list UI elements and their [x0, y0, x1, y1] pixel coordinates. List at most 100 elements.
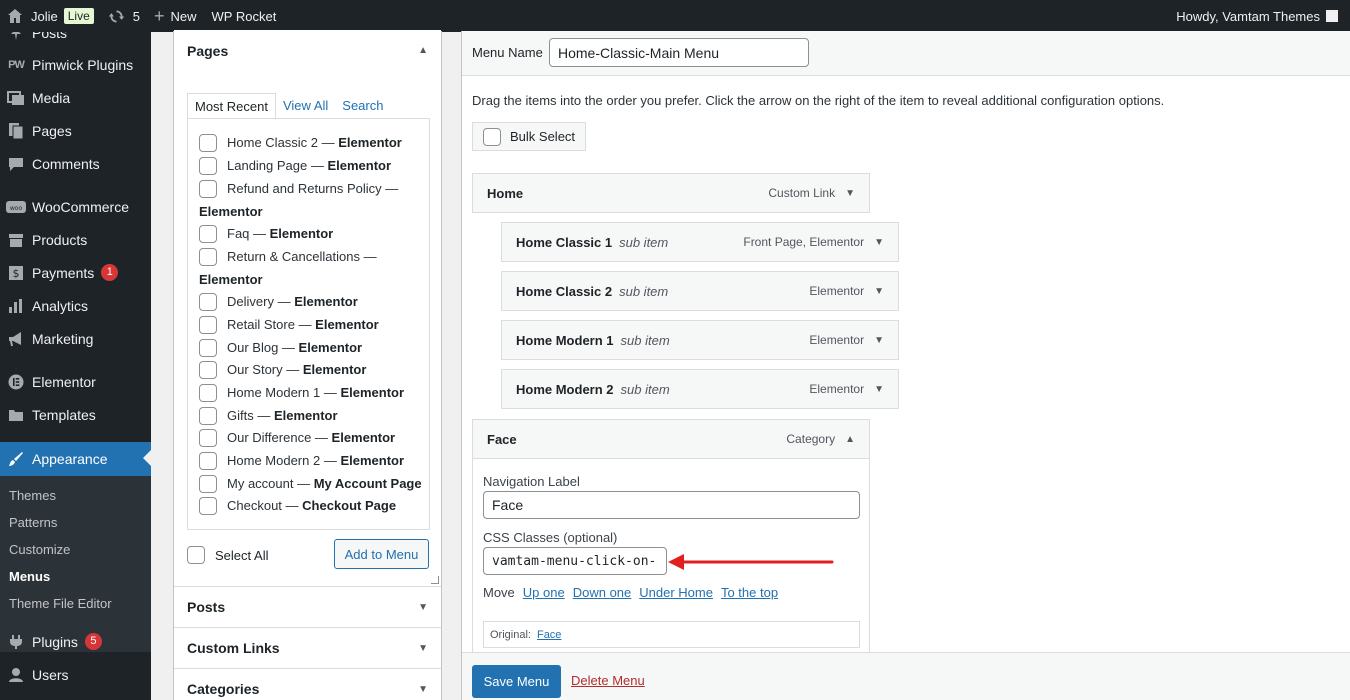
caret-down-icon[interactable]: ▼ — [845, 188, 855, 199]
sidebar-item-users[interactable]: Users — [0, 658, 151, 691]
list-item[interactable]: My account — My Account Page — [199, 473, 424, 496]
page-checkbox[interactable] — [199, 225, 217, 243]
page-checkbox[interactable] — [199, 407, 217, 425]
caret-down-icon[interactable]: ▼ — [874, 384, 884, 395]
wp-rocket-link[interactable]: WP Rocket — [204, 0, 284, 32]
posts-box-header[interactable]: Posts ▼ — [174, 586, 441, 627]
menu-item-home[interactable]: Home Custom Link ▼ — [472, 173, 870, 213]
resize-handle[interactable] — [431, 576, 439, 584]
page-checkbox[interactable] — [199, 452, 217, 470]
submenu-themes[interactable]: Themes — [9, 488, 56, 503]
sidebar-item-label: WooCommerce — [32, 198, 129, 215]
page-checkbox[interactable] — [199, 339, 217, 357]
menu-item-home-modern-2[interactable]: Home Modern 2 sub item Elementor ▼ — [501, 369, 899, 409]
menu-name-input[interactable]: Home-Classic-Main Menu — [549, 38, 809, 67]
list-item[interactable]: Home Classic 2 — Elementor — [199, 132, 424, 155]
caret-down-icon[interactable]: ▼ — [874, 286, 884, 297]
list-item[interactable]: Our Blog — Elementor — [199, 337, 424, 360]
new-content-link[interactable]: + New — [147, 0, 204, 32]
page-checkbox[interactable] — [199, 248, 217, 266]
list-item[interactable]: Landing Page — Elementor — [199, 155, 424, 178]
page-checkbox[interactable] — [199, 180, 217, 198]
add-to-menu-button[interactable]: Add to Menu — [334, 539, 429, 569]
menu-item-face[interactable]: Face Category ▲ — [472, 419, 870, 459]
move-under-home-link[interactable]: Under Home — [639, 585, 713, 600]
list-item[interactable]: Retail Store — Elementor — [199, 314, 424, 337]
sidebar-item-label: Comments — [32, 155, 100, 172]
sidebar-item-plugins[interactable]: Plugins 5 — [0, 625, 151, 658]
new-label: New — [170, 8, 197, 24]
elementor-icon — [6, 372, 26, 392]
move-up-one-link[interactable]: Up one — [523, 585, 565, 600]
delete-menu-link[interactable]: Delete Menu — [571, 673, 645, 688]
submenu-customize[interactable]: Customize — [9, 542, 70, 557]
page-checkbox[interactable] — [199, 316, 217, 334]
page-checkbox[interactable] — [199, 293, 217, 311]
sidebar-item-comments[interactable]: Comments — [0, 147, 151, 180]
nav-label-input[interactable]: Face — [483, 491, 860, 519]
sidebar-item-marketing[interactable]: Marketing — [0, 322, 151, 355]
bulk-select-checkbox[interactable] — [483, 127, 501, 146]
save-menu-button[interactable]: Save Menu — [472, 665, 561, 698]
categories-box-header[interactable]: Categories ▼ — [174, 668, 441, 700]
submenu-menus[interactable]: Menus — [9, 569, 50, 584]
sidebar-item-woocommerce[interactable]: woo WooCommerce — [0, 190, 151, 223]
caret-down-icon[interactable]: ▼ — [874, 335, 884, 346]
list-item[interactable]: Gifts — Elementor — [199, 405, 424, 428]
pages-box-header[interactable]: Pages ▲ — [174, 30, 441, 71]
move-down-one-link[interactable]: Down one — [573, 585, 632, 600]
sidebar-item-label: Plugins — [32, 633, 78, 650]
dollar-icon: $ — [6, 263, 26, 283]
list-item[interactable]: Our Difference — Elementor — [199, 427, 424, 450]
page-checkbox[interactable] — [199, 429, 217, 447]
sidebar-item-analytics[interactable]: Analytics — [0, 289, 151, 322]
list-item[interactable]: Return & Cancellations — Elementor — [199, 246, 424, 292]
list-item[interactable]: Checkout — Checkout Page — [199, 495, 424, 518]
page-checkbox[interactable] — [199, 134, 217, 152]
sidebar-item-posts[interactable]: Posts — [0, 32, 151, 49]
page-checkbox[interactable] — [199, 475, 217, 493]
tab-view-all[interactable]: View All — [276, 93, 335, 120]
original-link[interactable]: Face — [537, 629, 561, 641]
sidebar-item-pimwick-plugins[interactable]: PW Pimwick Plugins — [0, 48, 151, 81]
list-item[interactable]: Faq — Elementor — [199, 223, 424, 246]
site-home-link[interactable]: Jolie Live — [0, 0, 101, 32]
sidebar-item-label: Appearance — [32, 451, 108, 467]
sidebar-item-products[interactable]: Products — [0, 223, 151, 256]
sidebar-item-templates[interactable]: Templates — [0, 398, 151, 431]
caret-down-icon[interactable]: ▼ — [874, 237, 884, 248]
list-item[interactable]: Refund and Returns Policy — Elementor — [199, 178, 424, 224]
tab-most-recent[interactable]: Most Recent — [187, 93, 276, 120]
submenu-patterns[interactable]: Patterns — [9, 515, 57, 530]
caret-up-icon[interactable]: ▲ — [845, 434, 855, 445]
list-item[interactable]: Home Modern 1 — Elementor — [199, 382, 424, 405]
pages-box-title: Pages — [187, 42, 229, 59]
tab-search[interactable]: Search — [335, 93, 390, 120]
bulk-select-control[interactable]: Bulk Select — [472, 122, 586, 151]
move-to-top-link[interactable]: To the top — [721, 585, 778, 600]
menu-items-accordion: Pages ▲ Most Recent View All Search Home… — [173, 30, 442, 700]
updates-link[interactable]: 5 — [101, 0, 147, 32]
page-checkbox[interactable] — [199, 157, 217, 175]
menu-item-home-classic-1[interactable]: Home Classic 1 sub item Front Page, Elem… — [501, 222, 899, 262]
menu-item-home-classic-2[interactable]: Home Classic 2 sub item Elementor ▼ — [501, 271, 899, 311]
page-checkbox[interactable] — [199, 361, 217, 379]
select-all-checkbox[interactable] — [187, 546, 205, 564]
sidebar-item-media[interactable]: Media — [0, 81, 151, 114]
list-item[interactable]: Home Modern 2 — Elementor — [199, 450, 424, 473]
sidebar-item-appearance[interactable]: Appearance — [0, 442, 151, 476]
select-all-control[interactable]: Select All — [187, 546, 268, 564]
sidebar-item-elementor[interactable]: Elementor — [0, 365, 151, 398]
custom-links-box-header[interactable]: Custom Links ▼ — [174, 627, 441, 668]
page-checkbox[interactable] — [199, 497, 217, 515]
css-classes-input[interactable]: vamtam-menu-click-on- — [483, 547, 667, 575]
page-checkbox[interactable] — [199, 384, 217, 402]
admin-sidebar: Posts PW Pimwick Plugins Media Pages Com… — [0, 32, 151, 700]
sidebar-item-pages[interactable]: Pages — [0, 114, 151, 147]
list-item[interactable]: Delivery — Elementor — [199, 291, 424, 314]
submenu-theme-file-editor[interactable]: Theme File Editor — [9, 596, 112, 611]
my-account-link[interactable]: Howdy, Vamtam Themes — [1176, 9, 1350, 24]
sidebar-item-payments[interactable]: $ Payments 1 — [0, 256, 151, 289]
menu-item-home-modern-1[interactable]: Home Modern 1 sub item Elementor ▼ — [501, 320, 899, 360]
list-item[interactable]: Our Story — Elementor — [199, 359, 424, 382]
